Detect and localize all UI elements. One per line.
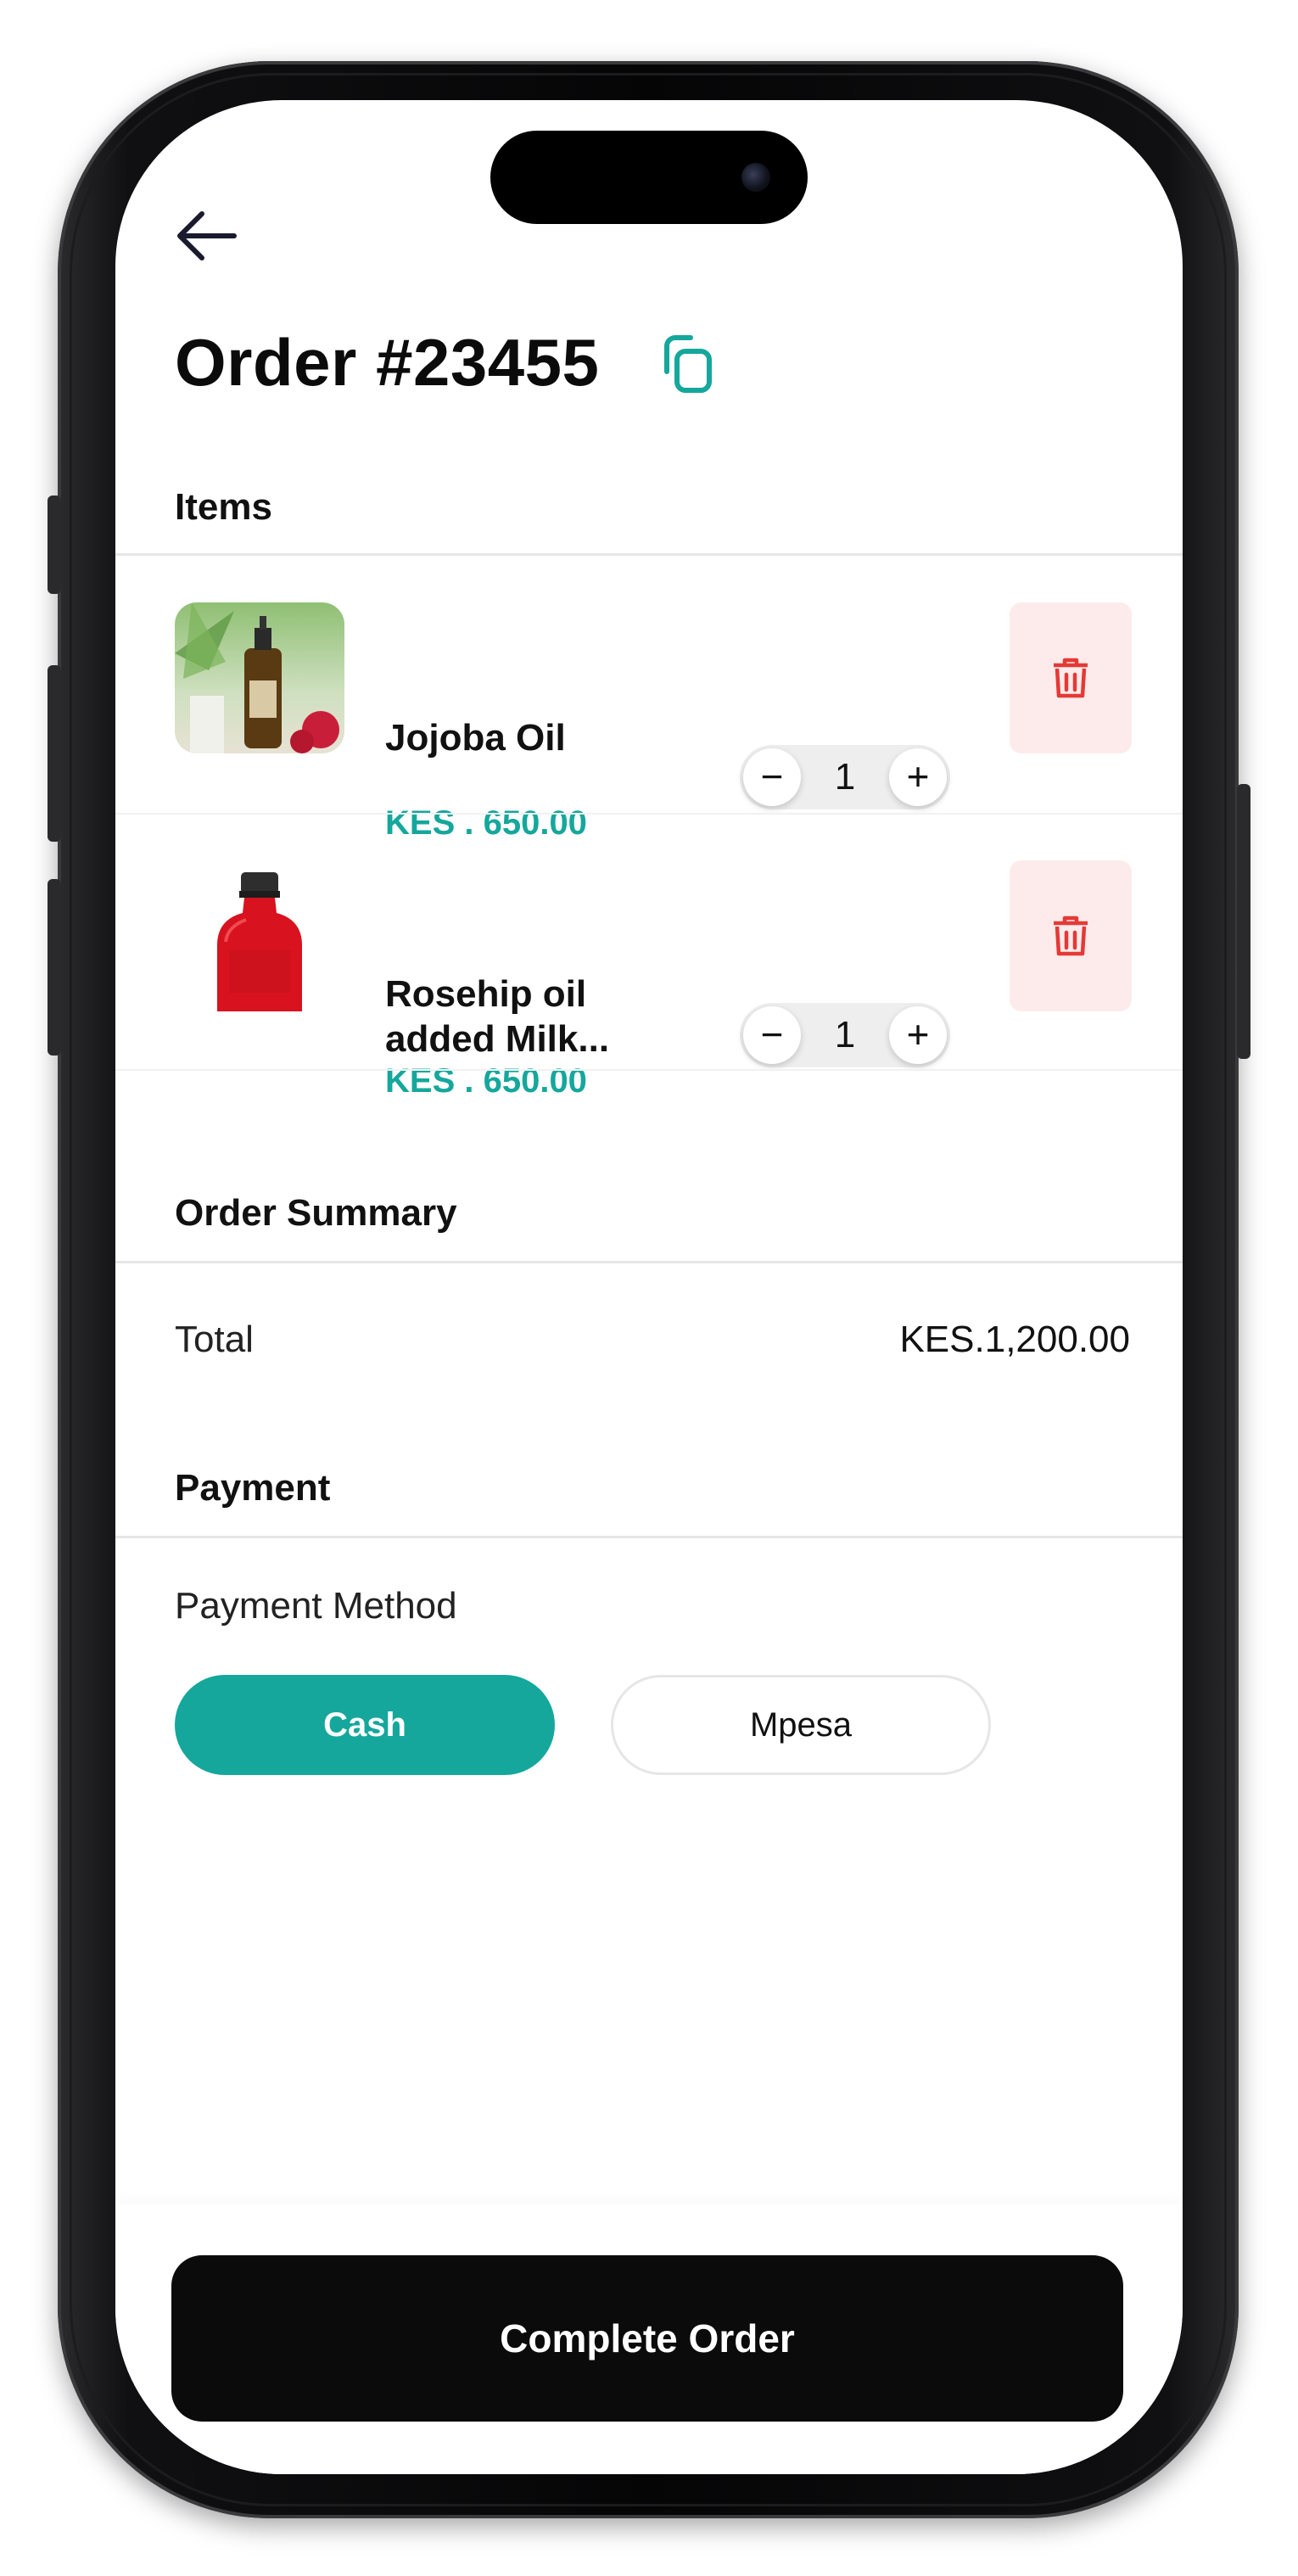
copy-icon [664,335,712,393]
power-button [1237,784,1250,1059]
item-thumbnail [175,602,344,753]
delete-item-button[interactable] [1010,860,1132,1011]
payment-method-label: Payment Method [175,1585,457,1627]
summary-divider [115,1261,1183,1263]
items-section-title: Items [175,486,272,528]
arrow-left-icon [177,211,237,260]
increase-quantity-button[interactable]: + [889,748,947,806]
volume-down-button [48,879,61,1056]
back-button[interactable] [171,200,243,272]
row-separator [115,1069,1183,1071]
payment-title: Payment [175,1467,331,1509]
item-name: Jojoba Oil [385,717,566,759]
dynamic-island [490,131,808,224]
trash-icon [1054,658,1088,698]
item-price: KES . 650.00 [385,804,587,842]
volume-up-button [48,665,61,842]
complete-order-button[interactable]: Complete Order [171,2255,1123,2422]
total-value: KES.1,200.00 [899,1319,1130,1360]
copy-order-button[interactable] [650,328,723,400]
action-button [48,496,61,594]
increase-quantity-button[interactable]: + [889,1006,947,1064]
payment-divider [115,1536,1183,1538]
page-title: Order #23455 [175,325,600,400]
quantity-value: 1 [834,1014,856,1056]
order-summary-title: Order Summary [175,1192,457,1234]
decrease-quantity-button[interactable]: − [743,748,801,806]
rosehip-oil-bottle-image [175,860,344,1011]
items-divider [115,553,1183,556]
item-name: Rosehip oil added Milk... [385,973,610,1060]
payment-option-cash[interactable]: Cash [175,1675,555,1775]
quantity-value: 1 [834,756,856,798]
item-thumbnail [175,860,344,1011]
jojoba-oil-bottle-image [175,602,344,753]
delete-item-button[interactable] [1010,602,1132,753]
trash-icon [1054,916,1088,956]
row-separator [115,813,1183,815]
quantity-stepper: − 1 + [740,745,950,809]
decrease-quantity-button[interactable]: − [743,1006,801,1064]
quantity-stepper: − 1 + [740,1003,950,1067]
payment-option-mpesa[interactable]: Mpesa [611,1675,991,1775]
camera-lens [741,163,770,192]
total-label: Total [175,1319,254,1360]
phone-screen: Order #23455 Items Jojoba Oil KES . 650.… [115,100,1183,2474]
